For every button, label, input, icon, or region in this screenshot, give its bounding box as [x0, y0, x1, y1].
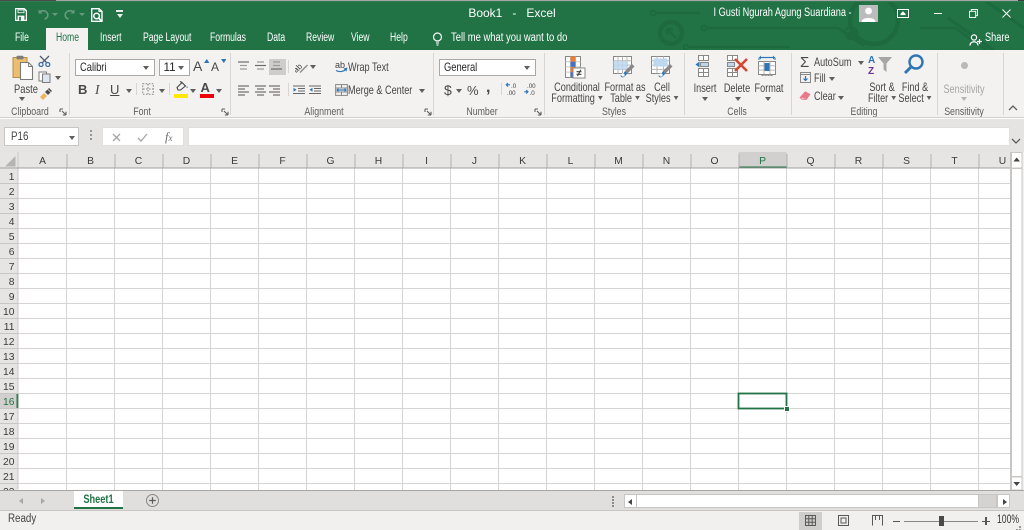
svg-text:10: 10	[3, 307, 15, 318]
svg-text:G: G	[326, 156, 334, 167]
svg-text:15: 15	[3, 382, 15, 393]
svg-text:M: M	[614, 156, 623, 167]
svg-text:U: U	[999, 156, 1006, 167]
svg-text:17: 17	[3, 412, 15, 423]
svg-text:3: 3	[9, 202, 15, 213]
svg-text:4: 4	[9, 217, 15, 228]
svg-text:13: 13	[3, 352, 15, 363]
svg-text:ab: ab	[295, 61, 304, 73]
svg-text:D: D	[183, 156, 190, 167]
svg-text:O: O	[710, 156, 718, 167]
svg-text:C: C	[135, 156, 143, 167]
svg-text:N: N	[663, 156, 670, 167]
svg-text:.0: .0	[530, 90, 536, 95]
svg-text:7: 7	[9, 262, 15, 273]
svg-text:20: 20	[3, 457, 15, 468]
svg-text:18: 18	[3, 427, 15, 438]
svg-text:9: 9	[9, 292, 15, 303]
svg-text:I: I	[425, 156, 428, 167]
svg-text:1: 1	[9, 172, 15, 183]
svg-text:14: 14	[3, 367, 15, 378]
svg-text:12: 12	[3, 337, 15, 348]
svg-text:B: B	[87, 156, 94, 167]
svg-text:19: 19	[3, 442, 15, 453]
svg-text:K: K	[519, 156, 526, 167]
svg-text:S: S	[903, 156, 910, 167]
svg-text:16: 16	[3, 397, 15, 408]
svg-text:A: A	[39, 156, 46, 167]
svg-text:.00: .00	[507, 90, 516, 95]
svg-text:Z: Z	[868, 66, 874, 75]
svg-text:T: T	[951, 156, 958, 167]
svg-text:Q: Q	[806, 156, 814, 167]
svg-text:11: 11	[4, 322, 15, 333]
svg-text:A: A	[868, 55, 875, 66]
svg-text:21: 21	[3, 472, 15, 483]
svg-text:E: E	[231, 156, 238, 167]
svg-text:L: L	[568, 156, 574, 167]
svg-text:R: R	[855, 156, 862, 167]
svg-text:6: 6	[9, 247, 15, 258]
svg-text:P: P	[759, 156, 766, 167]
svg-text:H: H	[375, 156, 382, 167]
svg-text:8: 8	[9, 277, 15, 288]
svg-text:F: F	[279, 156, 285, 167]
svg-text:2: 2	[9, 187, 15, 198]
svg-text:J: J	[472, 156, 477, 167]
svg-text:5: 5	[9, 232, 15, 243]
